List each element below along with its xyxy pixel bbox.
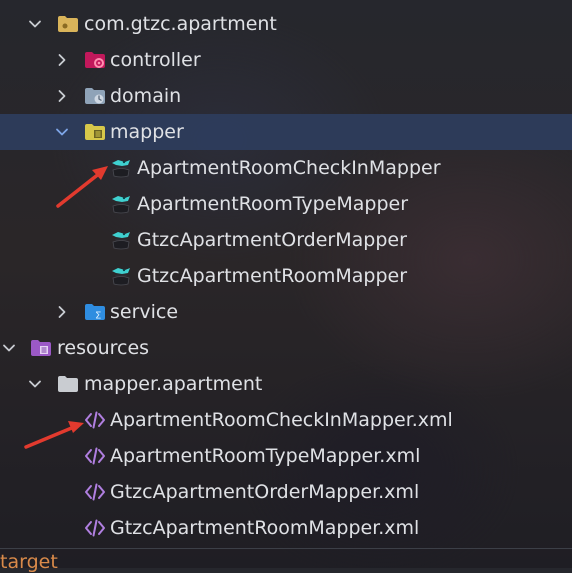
annotation-arrows xyxy=(24,166,108,449)
annotation-arrow xyxy=(24,421,84,449)
annotation-arrow xyxy=(56,166,108,208)
